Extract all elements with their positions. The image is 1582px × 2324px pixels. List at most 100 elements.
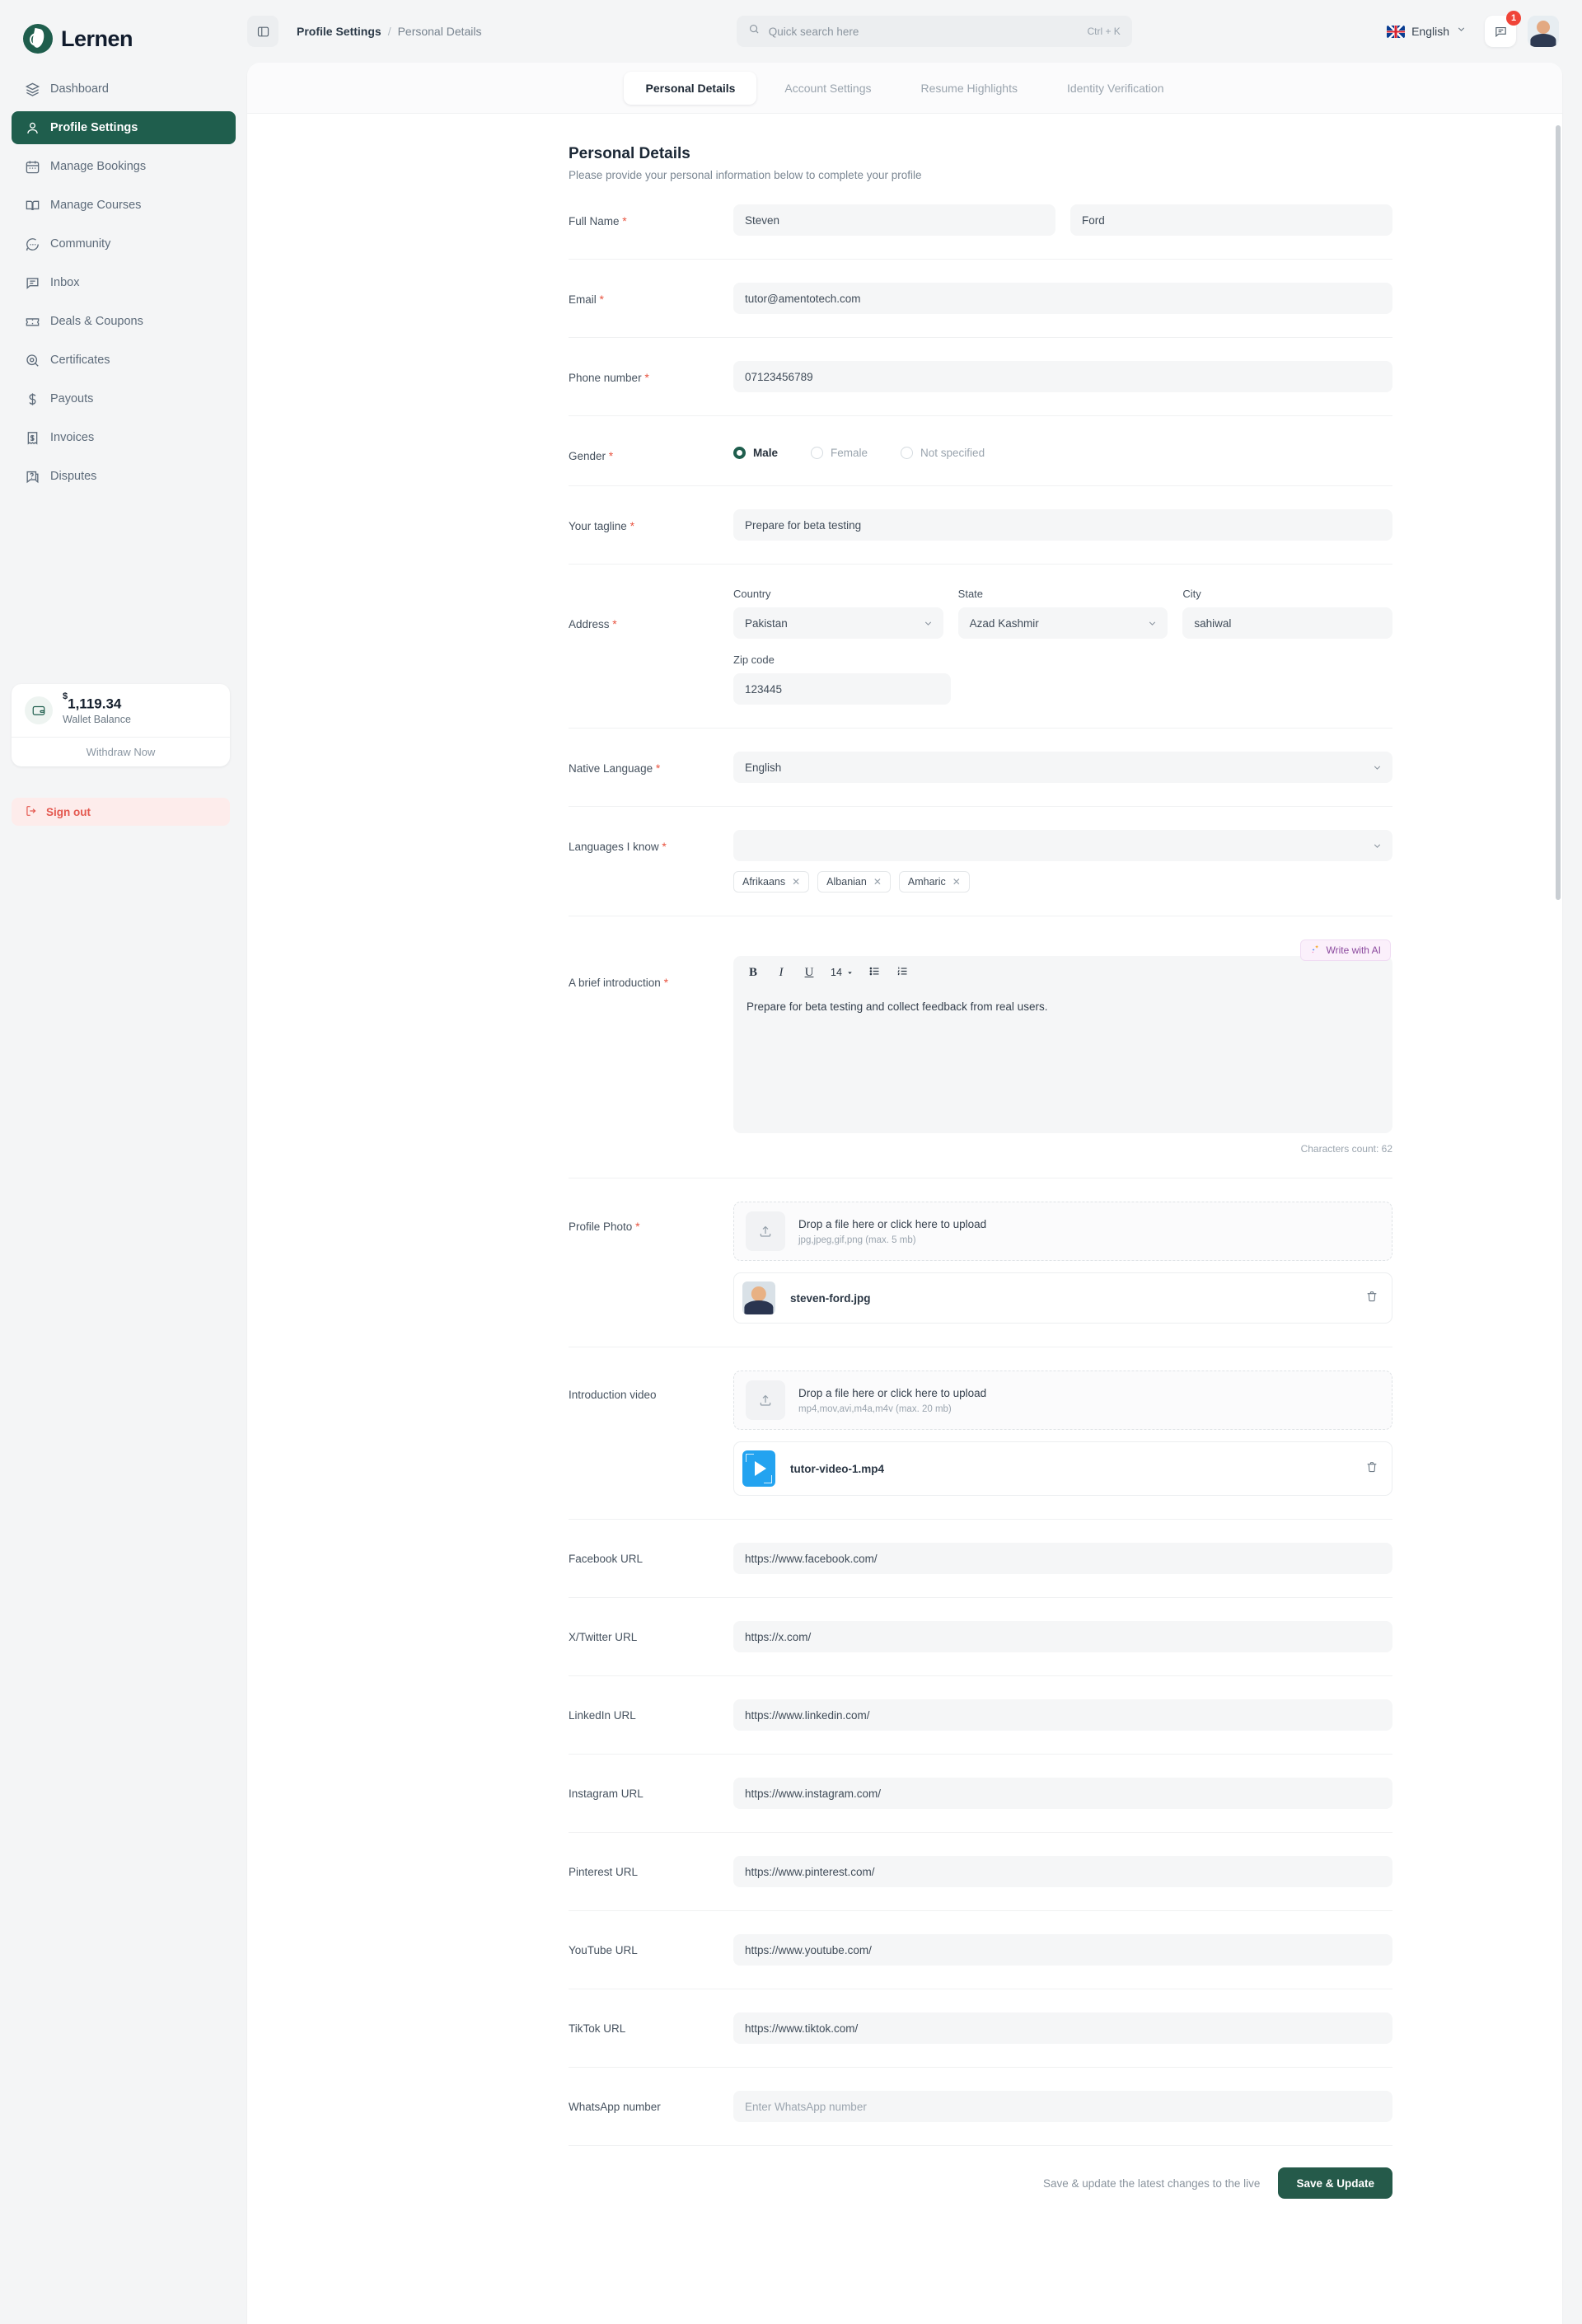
save-update-button[interactable]: Save & Update <box>1278 2167 1392 2199</box>
intro-video-dropzone[interactable]: Drop a file here or click here to upload… <box>733 1371 1392 1430</box>
country-select[interactable]: Pakistan <box>733 607 943 639</box>
sidebar-item-invoices[interactable]: Invoices <box>12 421 236 454</box>
twitter-url-input[interactable]: https://x.com/ <box>733 1621 1392 1652</box>
city-input[interactable]: sahiwal <box>1182 607 1392 639</box>
tiktok-url-input[interactable]: https://www.tiktok.com/ <box>733 2012 1392 2044</box>
dispute-icon <box>25 469 40 485</box>
brand-logo[interactable]: Lernen <box>0 0 247 59</box>
vertical-scrollbar[interactable] <box>1556 125 1561 900</box>
tab-account-settings[interactable]: Account Settings <box>763 72 892 105</box>
sign-out-button[interactable]: Sign out <box>12 798 230 826</box>
radio-label: Not specified <box>920 447 985 459</box>
required-asterisk: * <box>644 371 648 384</box>
whatsapp-input[interactable]: Enter WhatsApp number <box>733 2091 1392 2122</box>
country-group: Country Pakistan <box>733 588 943 639</box>
search-input[interactable]: Quick search here Ctrl + K <box>737 16 1132 47</box>
profile-photo-dropzone[interactable]: Drop a file here or click here to upload… <box>733 1202 1392 1261</box>
tab-identity-verification[interactable]: Identity Verification <box>1046 72 1186 105</box>
label-email: Email * <box>569 283 733 306</box>
field-row-introduction: A brief introduction * Write with AI B <box>569 916 1392 1178</box>
email-input[interactable]: tutor@amentotech.com <box>733 283 1392 314</box>
sidebar-item-manage-courses[interactable]: Manage Courses <box>12 189 236 222</box>
native-language-select[interactable]: English <box>733 752 1392 783</box>
required-asterisk: * <box>656 761 660 775</box>
font-size-value: 14 <box>831 967 842 978</box>
editor-body[interactable]: Prepare for beta testing and collect fee… <box>733 989 1392 1133</box>
search-icon <box>748 23 761 40</box>
tab-resume-highlights[interactable]: Resume Highlights <box>899 72 1039 105</box>
languages-known-select[interactable] <box>733 830 1392 861</box>
youtube-url-input[interactable]: https://www.youtube.com/ <box>733 1934 1392 1966</box>
sidebar-item-payouts[interactable]: Payouts <box>12 382 236 415</box>
state-select[interactable]: Azad Kashmir <box>958 607 1168 639</box>
required-asterisk: * <box>622 214 626 227</box>
language-chip[interactable]: Afrikaans ✕ <box>733 871 809 893</box>
field-row-languages-known: Languages I know * Afrikaans ✕ <box>569 807 1392 916</box>
sidebar-item-certificates[interactable]: Certificates <box>12 344 236 377</box>
language-chips: Afrikaans ✕ Albanian ✕ Amharic ✕ <box>733 871 1392 893</box>
label-tiktok: TikTok URL <box>569 2012 733 2035</box>
sidebar-item-community[interactable]: Community <box>12 227 236 260</box>
footer-note: Save & update the latest changes to the … <box>1043 2177 1260 2190</box>
label-profile-photo: Profile Photo * <box>569 1202 733 1233</box>
sidebar-item-dashboard[interactable]: Dashboard <box>12 73 236 105</box>
italic-icon[interactable]: I <box>775 966 788 980</box>
linkedin-url-input[interactable]: https://www.linkedin.com/ <box>733 1699 1392 1731</box>
radio-label: Female <box>831 447 868 459</box>
radio-not-specified[interactable]: Not specified <box>901 447 985 459</box>
radio-male[interactable]: Male <box>733 447 778 459</box>
language-chip[interactable]: Amharic ✕ <box>899 871 970 893</box>
sidebar-toggle-button[interactable] <box>247 16 278 47</box>
bulleted-list-icon[interactable] <box>868 965 882 981</box>
message-icon <box>25 275 40 291</box>
instagram-url-input[interactable]: https://www.instagram.com/ <box>733 1778 1392 1809</box>
phone-input[interactable]: 07123456789 <box>733 361 1392 392</box>
tagline-input[interactable]: Prepare for beta testing <box>733 509 1392 541</box>
sidebar-item-manage-bookings[interactable]: Manage Bookings <box>12 150 236 183</box>
required-asterisk: * <box>600 293 604 306</box>
delete-icon[interactable] <box>1365 1290 1378 1307</box>
lernen-logo-icon <box>23 24 53 54</box>
chevron-down-icon <box>1147 618 1158 629</box>
withdraw-now-button[interactable]: Withdraw Now <box>12 737 230 766</box>
close-icon[interactable]: ✕ <box>873 876 882 888</box>
tab-personal-details[interactable]: Personal Details <box>624 72 756 105</box>
sidebar-item-profile-settings[interactable]: Profile Settings <box>12 111 236 144</box>
sidebar-item-label: Profile Settings <box>50 121 138 134</box>
dropzone-title: Drop a file here or click here to upload <box>798 1218 986 1230</box>
pinterest-url-input[interactable]: https://www.pinterest.com/ <box>733 1856 1392 1887</box>
underline-icon[interactable]: U <box>803 966 816 980</box>
radio-female[interactable]: Female <box>811 447 868 459</box>
field-row-full-name: Full Name * Steven Ford <box>569 181 1392 260</box>
zip-input[interactable]: 123445 <box>733 673 951 705</box>
close-icon[interactable]: ✕ <box>952 876 961 888</box>
label-address: Address * <box>569 588 733 630</box>
first-name-input[interactable]: Steven <box>733 204 1055 236</box>
last-name-input[interactable]: Ford <box>1070 204 1392 236</box>
chevron-down-icon <box>1456 24 1467 39</box>
avatar[interactable] <box>1528 16 1559 47</box>
breadcrumb-root[interactable]: Profile Settings <box>297 25 381 38</box>
chip-label: Amharic <box>908 876 946 888</box>
facebook-url-input[interactable]: https://www.facebook.com/ <box>733 1543 1392 1574</box>
font-size-selector[interactable]: 14 <box>831 967 854 978</box>
chat-bubble-icon <box>25 237 40 252</box>
sidebar-item-inbox[interactable]: Inbox <box>12 266 236 299</box>
language-chip[interactable]: Albanian ✕ <box>817 871 891 893</box>
breadcrumb: Profile Settings / Personal Details <box>297 25 482 38</box>
language-label: English <box>1411 25 1449 38</box>
numbered-list-icon[interactable] <box>896 965 910 981</box>
close-icon[interactable]: ✕ <box>792 876 800 888</box>
sidebar-item-deals-coupons[interactable]: Deals & Coupons <box>12 305 236 338</box>
page-subtitle: Please provide your personal information… <box>569 169 1392 181</box>
bold-icon[interactable]: B <box>747 966 760 980</box>
notifications-button[interactable]: 1 <box>1485 16 1516 47</box>
write-with-ai-button[interactable]: Write with AI <box>1300 939 1391 961</box>
sidebar-item-disputes[interactable]: Disputes <box>12 460 236 493</box>
required-asterisk: * <box>664 976 668 989</box>
field-row-intro-video: Introduction video Drop a file here or c… <box>569 1347 1392 1520</box>
delete-icon[interactable] <box>1365 1460 1378 1478</box>
city-group: City sahiwal <box>1182 588 1392 639</box>
required-asterisk: * <box>609 449 613 462</box>
language-selector[interactable]: English <box>1387 24 1467 39</box>
